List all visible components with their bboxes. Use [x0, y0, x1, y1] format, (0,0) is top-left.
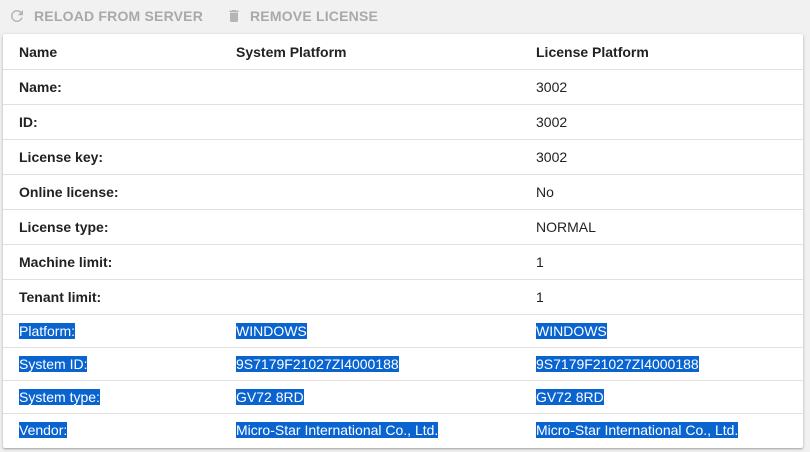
column-header-license-platform[interactable]: License Platform — [520, 34, 803, 70]
toolbar: RELOAD FROM SERVER REMOVE LICENSE — [0, 0, 810, 32]
system-value — [220, 139, 520, 175]
system-value — [220, 279, 520, 315]
table-row[interactable]: Online license: No — [3, 174, 803, 210]
selected-text: Micro-Star International Co., Ltd. — [236, 422, 439, 438]
license-value: 1 — [520, 244, 803, 280]
column-header-name[interactable]: Name — [3, 34, 220, 70]
license-value: No — [520, 174, 803, 210]
refresh-icon — [8, 7, 26, 25]
table-row[interactable]: System ID: 9S7179F21027ZI4000188 9S7179F… — [3, 347, 803, 381]
selected-text: GV72 8RD — [236, 389, 304, 405]
selected-text: Micro-Star International Co., Ltd. — [536, 422, 739, 438]
selected-text: WINDOWS — [536, 323, 607, 339]
license-value: 9S7179F21027ZI4000188 — [520, 347, 803, 381]
table-row[interactable]: System type: GV72 8RD GV72 8RD — [3, 380, 803, 414]
table-row[interactable]: Name: 3002 — [3, 69, 803, 105]
selected-text: Vendor: — [19, 422, 68, 438]
license-value: 3002 — [520, 104, 803, 140]
row-label: Name: — [3, 69, 220, 105]
row-label: License type: — [3, 209, 220, 245]
reload-from-server-button[interactable]: RELOAD FROM SERVER — [8, 7, 203, 25]
row-label: Online license: — [3, 174, 220, 210]
selected-text: WINDOWS — [236, 323, 307, 339]
reload-label: RELOAD FROM SERVER — [34, 8, 204, 24]
system-value: Micro-Star International Co., Ltd. — [220, 414, 520, 447]
selected-text: System type: — [19, 389, 100, 405]
selected-text: GV72 8RD — [536, 389, 604, 405]
system-value: GV72 8RD — [220, 380, 520, 414]
system-value — [220, 244, 520, 280]
system-value: WINDOWS — [220, 314, 520, 348]
system-value — [220, 209, 520, 245]
system-value — [220, 174, 520, 210]
table-row[interactable]: Platform: WINDOWS WINDOWS — [3, 314, 803, 348]
system-value: 9S7179F21027ZI4000188 — [220, 347, 520, 381]
table-row[interactable]: License key: 3002 — [3, 139, 803, 175]
table-row[interactable]: Tenant limit: 1 — [3, 279, 803, 315]
license-table: Name System Platform License Platform Na… — [3, 34, 803, 446]
selected-text: Platform: — [19, 323, 76, 339]
license-value: WINDOWS — [520, 314, 803, 348]
selected-text: System ID: — [19, 356, 88, 372]
row-label: System ID: — [3, 347, 220, 381]
license-details-card: Name System Platform License Platform Na… — [3, 34, 803, 448]
remove-license-button[interactable]: REMOVE LICENSE — [226, 7, 378, 25]
row-label: ID: — [3, 104, 220, 140]
license-value: NORMAL — [520, 209, 803, 245]
table-row[interactable]: Vendor: Micro-Star International Co., Lt… — [3, 414, 803, 447]
row-label: License key: — [3, 139, 220, 175]
row-label: System type: — [3, 380, 220, 414]
license-value: Micro-Star International Co., Ltd. — [520, 414, 803, 447]
license-value: 3002 — [520, 69, 803, 105]
row-label: Tenant limit: — [3, 279, 220, 315]
row-label: Platform: — [3, 314, 220, 348]
table-row[interactable]: License type: NORMAL — [3, 209, 803, 245]
table-header-row: Name System Platform License Platform — [3, 34, 803, 70]
license-value: 1 — [520, 279, 803, 315]
system-value — [220, 69, 520, 105]
system-value — [220, 104, 520, 140]
column-header-system-platform[interactable]: System Platform — [220, 34, 520, 70]
license-value: 3002 — [520, 139, 803, 175]
row-label: Machine limit: — [3, 244, 220, 280]
table-row[interactable]: ID: 3002 — [3, 104, 803, 140]
table-row[interactable]: Machine limit: 1 — [3, 244, 803, 280]
license-value: GV72 8RD — [520, 380, 803, 414]
selected-text: 9S7179F21027ZI4000188 — [536, 356, 699, 372]
remove-label: REMOVE LICENSE — [250, 8, 379, 24]
selected-text: 9S7179F21027ZI4000188 — [236, 356, 399, 372]
row-label: Vendor: — [3, 414, 220, 447]
trash-icon — [226, 7, 242, 25]
